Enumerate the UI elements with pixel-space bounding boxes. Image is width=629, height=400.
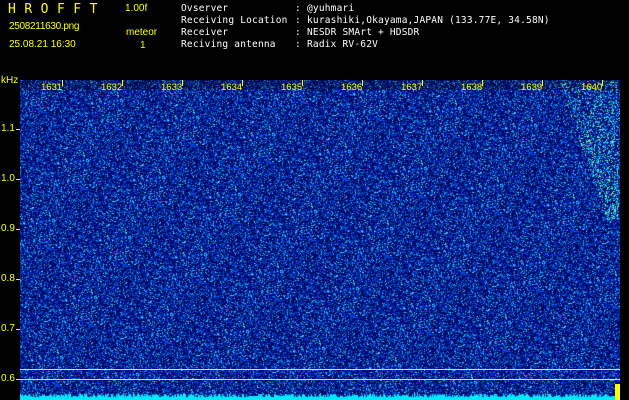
time-tick-mark [542, 80, 543, 86]
y-tick-mark [16, 229, 20, 230]
time-tick-label: 1633 [161, 82, 183, 93]
time-tick-mark [362, 80, 363, 86]
y-tick-mark [16, 179, 20, 180]
time-tick-label: 1639 [521, 82, 543, 93]
time-tick-mark [422, 80, 423, 86]
info-label: Receiver [181, 27, 229, 38]
file-name: 2508211630.png [9, 21, 80, 32]
meteor-label: meteor [126, 27, 158, 38]
info-label: Receiving Location [181, 15, 288, 26]
info-value: NESDR SMArt + HDSDR [307, 27, 420, 38]
time-tick-mark [242, 80, 243, 86]
info-separator: : [295, 15, 301, 26]
y-tick-label: 0.9 [1, 223, 15, 234]
time-tick-label: 1632 [101, 82, 123, 93]
y-tick-mark [16, 379, 20, 380]
hrofft-screen: HROFFT 1.00f 2508211630.png 25.08.21 16:… [0, 0, 629, 400]
y-tick-mark [16, 129, 20, 130]
y-tick-label: 0.7 [1, 323, 15, 334]
time-tick-label: 1636 [341, 82, 363, 93]
info-separator: : [295, 3, 301, 14]
y-axis-unit: kHz [1, 75, 19, 86]
info-value: kurashiki,Okayama,JAPAN (133.77E, 34.58N… [307, 15, 550, 26]
time-tick-mark [62, 80, 63, 86]
spectrogram-waterfall [20, 80, 620, 400]
time-tick-label: 1640 [581, 82, 603, 93]
meteor-marker [615, 384, 620, 400]
time-tick-mark [182, 80, 183, 86]
time-tick-mark [122, 80, 123, 86]
info-value: Radix RV-62V [307, 39, 379, 50]
time-tick-label: 1631 [41, 82, 63, 93]
app-title: HROFFT [8, 2, 106, 17]
meteor-count: 1 [140, 40, 146, 51]
time-tick-mark [602, 80, 603, 86]
y-tick-label: 0.8 [1, 273, 15, 284]
info-label: Ovserver [181, 3, 229, 14]
y-tick-label: 0.6 [1, 373, 15, 384]
time-tick-mark [482, 80, 483, 86]
y-tick-label: 1.1 [1, 123, 15, 134]
capture-datetime: 25.08.21 16:30 [9, 39, 76, 50]
y-tick-mark [16, 329, 20, 330]
info-separator: : [295, 27, 301, 38]
time-tick-label: 1637 [401, 82, 423, 93]
time-tick-label: 1634 [221, 82, 243, 93]
time-tick-mark [302, 80, 303, 86]
info-row-receiver: Receiver : NESDR SMArt + HDSDR [181, 27, 550, 39]
station-info: Ovserver : @yuhmari Receiving Location :… [181, 3, 550, 51]
info-separator: : [295, 39, 301, 50]
y-tick-mark [16, 279, 20, 280]
info-label: Reciving antenna [181, 39, 276, 50]
info-row-antenna: Reciving antenna : Radix RV-62V [181, 39, 550, 51]
reference-line [20, 369, 620, 370]
info-row-location: Receiving Location : kurashiki,Okayama,J… [181, 15, 550, 27]
time-tick-label: 1638 [461, 82, 483, 93]
info-value: @yuhmari [307, 3, 355, 14]
reference-line [20, 379, 620, 380]
time-tick-label: 1635 [281, 82, 303, 93]
y-tick-label: 1.0 [1, 173, 15, 184]
info-row-observer: Ovserver : @yuhmari [181, 3, 550, 15]
app-version: 1.00f [125, 3, 148, 14]
